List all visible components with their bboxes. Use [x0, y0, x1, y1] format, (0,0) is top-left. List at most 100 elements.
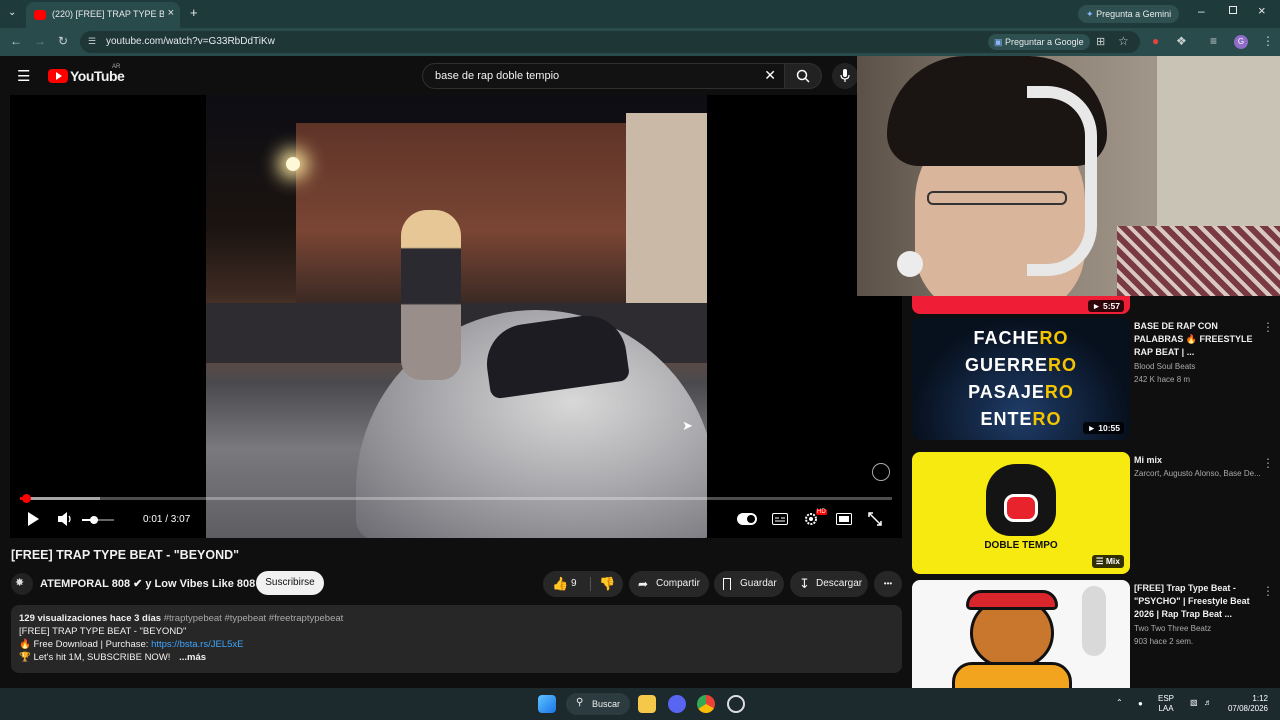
reload-icon[interactable]: ↻ — [58, 34, 68, 48]
channel-avatar[interactable]: ✸ — [11, 573, 33, 595]
like-button[interactable]: 👍 9 — [543, 571, 589, 597]
forward-icon[interactable]: → — [34, 34, 46, 48]
autoplay-toggle[interactable] — [737, 513, 757, 525]
reading-list-icon[interactable]: ≡ — [1210, 34, 1217, 48]
share-button[interactable]: ➦ Compartir — [629, 571, 709, 597]
discord-icon[interactable] — [668, 695, 686, 713]
channel-name[interactable]: ATEMPORAL 808 ✔ y Low Vibes Like 808 — [40, 577, 255, 590]
gorilla-mouth — [1004, 494, 1038, 522]
sidebar-video-title[interactable]: BASE DE RAP CON PALABRAS 🔥 FREESTYLE RAP… — [1134, 320, 1254, 359]
subscribe-button[interactable]: Suscribirse — [256, 571, 324, 595]
chrome-icon[interactable] — [697, 695, 715, 713]
extension-red-icon[interactable]: ● — [1152, 34, 1159, 48]
sidebar-video-title[interactable]: Mi mix — [1134, 454, 1254, 467]
video-building — [296, 123, 626, 303]
thumb-word: GUERRERO — [964, 355, 1077, 375]
clock[interactable]: 1:12 07/08/2026 — [1224, 694, 1268, 714]
hashtags[interactable]: #traptypebeat #typebeat #freetraptypebea… — [164, 613, 344, 624]
more-options-icon[interactable]: ⋮ — [1262, 584, 1274, 598]
subtitles-icon[interactable] — [772, 513, 788, 525]
play-icon[interactable] — [26, 512, 40, 526]
url-field[interactable]: ☰ youtube.com/watch?v=G33RbDdTiKw ▣ Preg… — [80, 31, 1140, 53]
sidebar-view-meta: 242 K hace 8 m — [1134, 375, 1191, 384]
save-button[interactable]: Guardar — [714, 571, 784, 597]
more-actions-button[interactable]: ••• — [874, 571, 902, 597]
ask-google-label: Preguntar a Google — [1005, 37, 1084, 47]
volume-slider[interactable] — [82, 516, 114, 524]
search-input[interactable]: base de rap doble tempio ✕ — [422, 63, 784, 89]
address-bar-row: ← → ↻ ☰ youtube.com/watch?v=G33RbDdTiKw … — [0, 28, 1280, 56]
back-icon[interactable]: ← — [10, 34, 22, 48]
install-icon[interactable]: ⊞ — [1096, 35, 1105, 48]
description-download-line: 🔥 Free Download | Purchase: https://bsta… — [19, 639, 243, 650]
sidebar-item[interactable]: DOBLE TEMPO ☰ Mix Mi mix Zarcort, August… — [912, 452, 1270, 576]
like-dislike-group: 👍 9 👎 — [543, 571, 623, 597]
description-box[interactable]: 129 visualizaciones hace 3 días #traptyp… — [11, 605, 902, 673]
video-streetlamp — [286, 157, 300, 171]
video-thumbnail[interactable]: ► 5:57 — [912, 296, 1130, 314]
voice-search-button[interactable] — [832, 63, 858, 89]
bookmark-star-icon[interactable]: ☆ — [1118, 34, 1129, 48]
video-thumbnail[interactable] — [912, 580, 1130, 688]
progress-bar[interactable] — [20, 494, 892, 503]
shorts-icon: ► — [1092, 301, 1103, 311]
minimize-icon[interactable]: – — [1198, 4, 1205, 18]
sidebar-video-title[interactable]: [FREE] Trap Type Beat - "PSYCHO" | Frees… — [1134, 582, 1254, 621]
video-thumbnail[interactable]: FACHERO GUERRERO PASAJERO ENTERO ► 10:55 — [912, 318, 1130, 440]
volume-knob[interactable] — [90, 516, 98, 524]
theater-mode-icon[interactable] — [836, 513, 852, 525]
sidebar-channel[interactable]: Zarcort, Augusto Alonso, Base De... — [1134, 467, 1261, 480]
hd-badge: HD — [816, 509, 827, 515]
network-icon[interactable]: ▧ — [1190, 698, 1198, 708]
restore-icon[interactable] — [1229, 6, 1237, 14]
microphone-icon[interactable]: ● — [1138, 699, 1143, 709]
menu-kebab-icon[interactable]: ⋮ — [1262, 34, 1274, 48]
sidebar-channel[interactable]: Blood Soul Beats — [1134, 360, 1195, 373]
download-button[interactable]: ↧ Descargar — [790, 571, 868, 597]
sidebar-item[interactable]: FACHERO GUERRERO PASAJERO ENTERO ► 10:55… — [912, 318, 1270, 442]
youtube-logo[interactable]: YouTube AR — [48, 64, 128, 86]
gemini-button[interactable]: ✦ Pregunta a Gemini — [1078, 5, 1180, 23]
purchase-link[interactable]: https://bsta.rs/JEL5xE — [151, 639, 243, 650]
sidebar-item[interactable]: [FREE] Trap Type Beat - "PSYCHO" | Frees… — [912, 580, 1270, 688]
extensions-icon[interactable]: ❖ — [1176, 34, 1187, 48]
close-window-icon[interactable]: × — [1258, 3, 1266, 18]
gemini-icon: ✦ — [1086, 9, 1094, 19]
sidebar-item[interactable]: ► 5:57 — [912, 296, 1270, 314]
site-info-icon[interactable]: ☰ — [88, 36, 96, 47]
sidebar-channel[interactable]: Two Two Three Beatz — [1134, 622, 1211, 635]
language-indicator[interactable]: ESP LAA — [1158, 694, 1174, 714]
clear-search-icon[interactable]: ✕ — [764, 67, 776, 84]
profile-avatar[interactable]: G — [1234, 35, 1248, 49]
browser-tab[interactable]: (220) [FREE] TRAP TYPE BEAT - ... × — [26, 2, 180, 28]
dislike-button[interactable]: 👎 — [591, 571, 623, 597]
chevron-up-icon[interactable]: ⌃ — [1116, 698, 1123, 708]
file-explorer-icon[interactable] — [638, 695, 656, 713]
watermark-logo-icon — [872, 463, 890, 481]
volume-icon[interactable] — [58, 512, 72, 526]
close-tab-icon[interactable]: × — [168, 7, 174, 19]
view-stats: 129 visualizaciones hace 3 días — [19, 613, 162, 624]
progress-scrubber[interactable] — [22, 494, 31, 503]
app-icon[interactable] — [727, 695, 745, 713]
tab-list-icon[interactable]: ⌄ — [8, 7, 16, 18]
video-frame[interactable] — [206, 95, 707, 538]
hamburger-menu-icon[interactable]: ☰ — [17, 67, 30, 85]
video-thumbnail[interactable]: DOBLE TEMPO ☰ Mix — [912, 452, 1130, 574]
ask-google-button[interactable]: ▣ Preguntar a Google — [988, 34, 1090, 50]
more-options-icon[interactable]: ⋮ — [1262, 320, 1274, 334]
video-player[interactable]: ➤ 0:01 / 3:07 HD — [10, 95, 902, 538]
start-windows-icon[interactable] — [538, 695, 556, 713]
fullscreen-icon[interactable] — [868, 512, 882, 526]
search-button[interactable] — [784, 63, 822, 89]
taskbar-search[interactable]: ⚲ Buscar — [566, 693, 630, 715]
new-tab-icon[interactable]: + — [190, 5, 198, 20]
more-options-icon[interactable]: ⋮ — [1262, 456, 1274, 470]
video-person — [401, 210, 461, 380]
volume-icon[interactable]: ♬ — [1204, 698, 1212, 708]
video-title: [FREE] TRAP TYPE BEAT - "BEYOND" — [11, 548, 240, 562]
show-more-link[interactable]: ...más — [179, 652, 206, 663]
search-icon — [796, 69, 810, 83]
share-arrow-icon: ➦ — [638, 577, 649, 591]
lang-top: ESP — [1158, 694, 1175, 703]
